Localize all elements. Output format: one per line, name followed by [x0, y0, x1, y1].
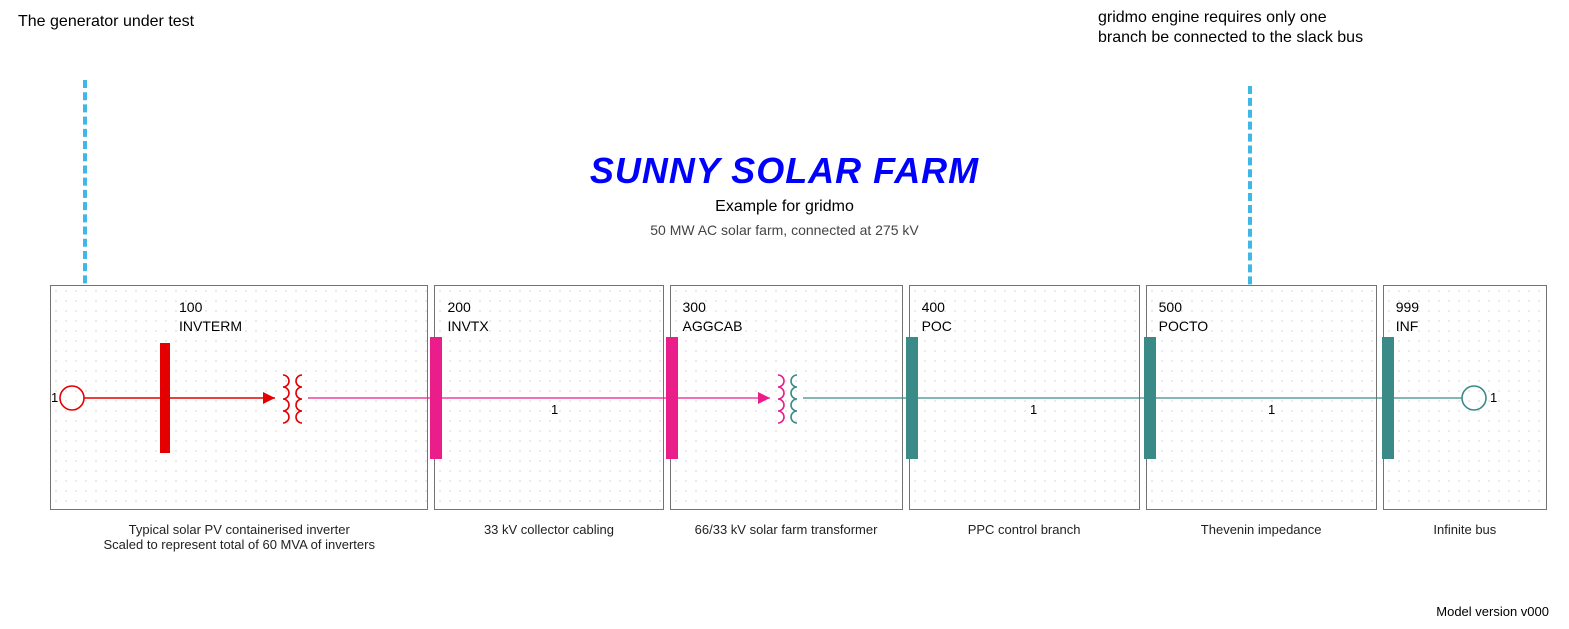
bus-label-100: 100INVTERM	[179, 298, 242, 336]
caption-2: 66/33 kV solar farm transformer	[670, 522, 903, 552]
bus-label-300: 300AGGCAB	[683, 298, 743, 336]
diagram-subtitle-2: 50 MW AC solar farm, connected at 275 kV	[0, 222, 1569, 238]
circuit-id-3: 1	[1268, 402, 1275, 417]
panel-invtx: 200INVTX	[434, 285, 663, 510]
panel-poc: 400POC	[909, 285, 1140, 510]
panel-aggcab: 300AGGCAB	[670, 285, 903, 510]
terminal-right-id: 1	[1490, 390, 1497, 405]
panel-row: 100INVTERM 200INVTX 300AGGCAB 400POC 500…	[50, 285, 1547, 510]
circuit-id-2: 1	[1030, 402, 1037, 417]
caption-5: Infinite bus	[1383, 522, 1547, 552]
bus-label-500: 500POCTO	[1159, 298, 1209, 336]
diagram-title-block: SUNNY SOLAR FARM Example for gridmo 50 M…	[0, 150, 1569, 238]
panel-invterm: 100INVTERM	[50, 285, 428, 510]
captions: Typical solar PV containerised inverter …	[50, 522, 1547, 552]
caption-4: Thevenin impedance	[1146, 522, 1377, 552]
panel-pocto: 500POCTO	[1146, 285, 1377, 510]
bus-label-200: 200INVTX	[447, 298, 488, 336]
diagram-subtitle-1: Example for gridmo	[0, 198, 1569, 216]
circuit-id-1: 1	[551, 402, 558, 417]
bus-label-400: 400POC	[922, 298, 952, 336]
diagram-title: SUNNY SOLAR FARM	[0, 150, 1569, 192]
caption-0: Typical solar PV containerised inverter …	[50, 522, 428, 552]
panel-inf: 999INF	[1383, 285, 1547, 510]
model-version: Model version v000	[1436, 604, 1549, 619]
annotation-right: gridmo engine requires only one branch b…	[1098, 8, 1378, 48]
terminal-left-id: 1	[51, 390, 58, 405]
caption-3: PPC control branch	[909, 522, 1140, 552]
bus-label-999: 999INF	[1396, 298, 1419, 336]
caption-1: 33 kV collector cabling	[434, 522, 663, 552]
annotation-left: The generator under test	[18, 12, 194, 32]
